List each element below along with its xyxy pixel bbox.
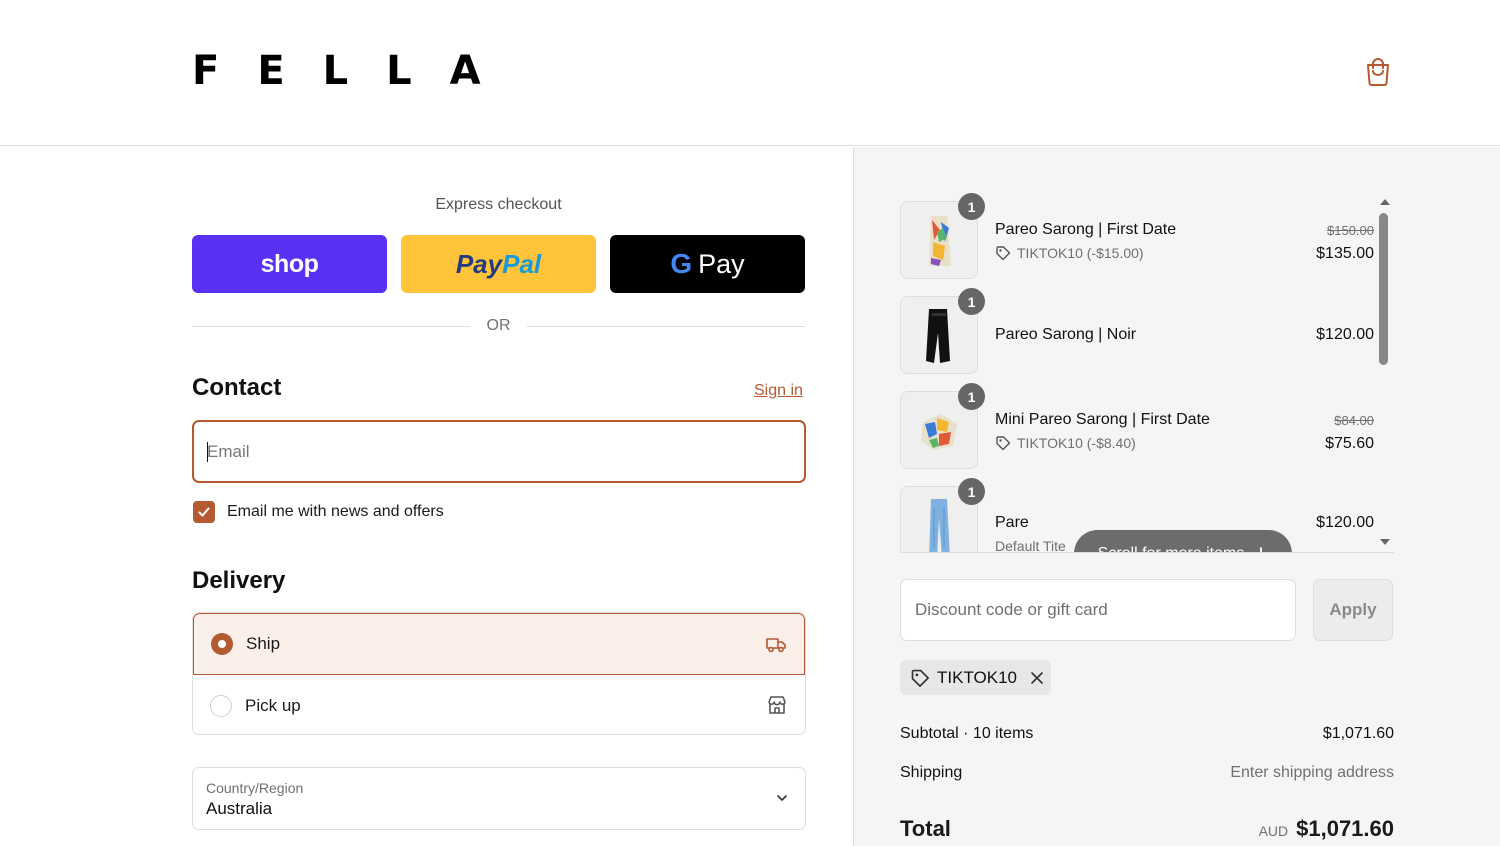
- cart-items-list[interactable]: 1 Pareo Sarong | First Date TIKTOK10 (-$…: [900, 193, 1394, 553]
- store-icon: [768, 696, 786, 714]
- quantity-badge: 1: [958, 383, 985, 410]
- country-label: Country/Region: [206, 780, 304, 796]
- shop-pay-label: shop: [260, 249, 319, 278]
- cart-item: 1 Pareo Sarong | First Date TIKTOK10 (-$…: [900, 193, 1378, 279]
- truck-icon: [766, 638, 786, 653]
- cart-item: 1 Mini Pareo Sarong | First Date TIKTOK1…: [900, 383, 1378, 469]
- item-name: Mini Pareo Sarong | First Date: [995, 411, 1210, 428]
- delivery-heading: Delivery: [192, 567, 286, 594]
- google-pay-button[interactable]: G Pay: [610, 235, 805, 293]
- apply-discount-button[interactable]: Apply: [1313, 579, 1393, 641]
- item-original-price: $84.00: [1334, 413, 1374, 428]
- pickup-radio[interactable]: [210, 694, 232, 717]
- newsletter-option[interactable]: Email me with news and offers: [193, 501, 444, 523]
- google-pay-label: Pay: [698, 248, 745, 279]
- order-summary: 1 Pareo Sarong | First Date TIKTOK10 (-$…: [853, 147, 1500, 846]
- google-g-icon: G: [670, 248, 693, 279]
- tag-icon: [996, 436, 1011, 451]
- tag-icon: [996, 246, 1011, 261]
- sign-in-link[interactable]: Sign in: [754, 382, 803, 400]
- newsletter-label: Email me with news and offers: [227, 503, 444, 520]
- item-discount-label: TIKTOK10 (-$15.00): [1017, 245, 1144, 261]
- item-original-price: $150.00: [1327, 223, 1374, 238]
- contact-heading: Contact: [192, 374, 282, 401]
- applied-discount-code: TIKTOK10: [937, 667, 1017, 687]
- cart-scrollbar-thumb[interactable]: [1379, 213, 1388, 365]
- country-select[interactable]: Country/Region Australia: [192, 767, 806, 830]
- item-variant: Default Tite: [995, 538, 1066, 553]
- newsletter-checkbox[interactable]: [193, 501, 215, 523]
- delivery-option-ship[interactable]: Ship: [193, 613, 805, 675]
- item-discount: TIKTOK10 (-$15.00): [995, 245, 1144, 261]
- chevron-down-icon: [777, 795, 787, 801]
- cart-item: 1 Pareo Sarong | Noir $120.00: [900, 288, 1378, 374]
- tag-icon: [911, 669, 929, 687]
- checkout-form: Express checkout shop Pay Pal G Pay OR Co…: [0, 147, 853, 846]
- site-header: FELLA: [0, 0, 1500, 146]
- applied-discount-chip: TIKTOK10: [900, 660, 1051, 695]
- paypal-button[interactable]: Pay Pal: [401, 235, 596, 293]
- delivery-method-group: Ship Pick up: [192, 612, 806, 735]
- item-discount: TIKTOK10 (-$8.40): [995, 435, 1136, 451]
- brand-logo[interactable]: FELLA: [192, 48, 519, 94]
- checkmark-icon: [198, 507, 210, 517]
- subtotal-label: Subtotal · 10 items: [900, 725, 1034, 742]
- arrow-down-icon: [1260, 546, 1263, 552]
- shipping-value: Enter shipping address: [1230, 764, 1394, 781]
- scroll-for-more-button[interactable]: Scroll for more items: [1074, 530, 1292, 553]
- ship-radio[interactable]: [211, 633, 233, 655]
- divider-line: [192, 326, 470, 327]
- or-divider: OR: [192, 317, 805, 337]
- total-label: Total: [900, 816, 951, 841]
- item-price: $120.00: [1316, 326, 1374, 343]
- quantity-badge: 1: [958, 478, 985, 505]
- express-checkout-title: Express checkout: [435, 196, 562, 213]
- scroll-down-arrow-icon[interactable]: [1380, 539, 1390, 545]
- item-price: $75.60: [1325, 435, 1374, 452]
- currency-code: AUD: [1258, 823, 1289, 839]
- ship-label: Ship: [246, 634, 281, 653]
- quantity-badge: 1: [958, 288, 985, 315]
- subtotal-value: $1,071.60: [1322, 725, 1394, 742]
- total-value: $1,071.60: [1296, 816, 1394, 841]
- delivery-option-pickup[interactable]: Pick up: [193, 675, 805, 734]
- or-label: OR: [486, 317, 511, 334]
- item-name: Pareo Sarong | Noir: [995, 326, 1137, 343]
- item-discount-label: TIKTOK10 (-$8.40): [1017, 435, 1136, 451]
- pickup-label: Pick up: [245, 695, 301, 715]
- scroll-hint-label: Scroll for more items: [1097, 544, 1245, 553]
- discount-field-wrapper[interactable]: [900, 579, 1296, 641]
- shipping-row: Shipping Enter shipping address: [900, 764, 1394, 782]
- divider-line: [527, 326, 805, 327]
- discount-code-input[interactable]: [915, 600, 1295, 620]
- country-value: Australia: [206, 799, 273, 818]
- total-row: Total AUD $1,071.60: [900, 816, 1394, 842]
- item-price: $135.00: [1316, 245, 1374, 262]
- scroll-up-arrow-icon[interactable]: [1380, 199, 1390, 205]
- item-name: Pareo Sarong | First Date: [995, 221, 1177, 238]
- shipping-label: Shipping: [900, 764, 963, 781]
- paypal-label-pay: Pay: [455, 248, 503, 279]
- shopping-bag-icon[interactable]: [1364, 56, 1392, 86]
- paypal-label-pal: Pal: [502, 248, 542, 279]
- item-name: Pare: [995, 514, 1029, 531]
- quantity-badge: 1: [958, 193, 985, 220]
- email-field-wrapper[interactable]: [192, 420, 806, 483]
- subtotal-row: Subtotal · 10 items $1,071.60: [900, 725, 1394, 743]
- item-price: $120.00: [1316, 514, 1374, 531]
- shop-pay-button[interactable]: shop: [192, 235, 387, 293]
- remove-discount-icon[interactable]: [1030, 671, 1044, 685]
- email-field[interactable]: [207, 441, 804, 462]
